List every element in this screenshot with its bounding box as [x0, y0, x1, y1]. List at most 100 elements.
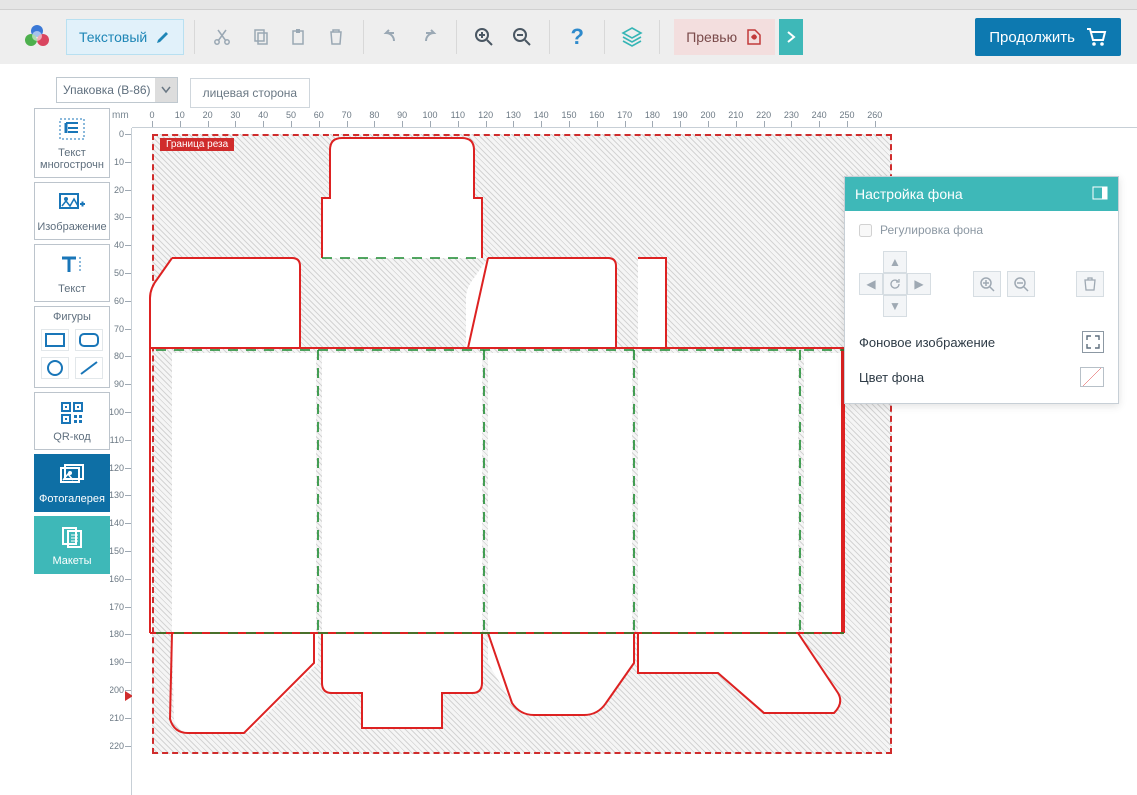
trash-icon [1082, 276, 1098, 292]
help-button[interactable]: ? [560, 20, 594, 54]
redo-icon [418, 29, 440, 45]
zoom-in-icon [474, 27, 494, 47]
package-select[interactable]: Упаковка (B-86) [56, 77, 178, 103]
pencil-icon [155, 29, 171, 45]
shape-rounded-rect[interactable] [75, 329, 103, 351]
tool-layouts[interactable]: Макеты [34, 516, 110, 574]
bg-delete[interactable] [1076, 271, 1104, 297]
separator [456, 20, 457, 54]
tab-front-side[interactable]: лицевая сторона [190, 78, 311, 108]
bg-image-label: Фоновое изображение [859, 335, 995, 350]
dieline [132, 128, 912, 768]
chevron-down-icon [155, 78, 177, 102]
preview-button[interactable]: Превью [674, 19, 775, 55]
text-mode-button[interactable]: Текстовый [66, 19, 184, 55]
layers-button[interactable] [615, 20, 649, 54]
separator [194, 20, 195, 54]
shape-rectangle[interactable] [41, 329, 69, 351]
zoom-out-icon [1013, 276, 1029, 292]
shapes-label: Фигуры [53, 311, 91, 323]
tool-label: Макеты [52, 555, 91, 567]
preview-expand-button[interactable] [779, 19, 803, 55]
tool-shapes: Фигуры [34, 306, 110, 388]
copy-button[interactable] [243, 20, 277, 54]
bg-zoom-out[interactable] [1007, 271, 1035, 297]
scissors-icon [212, 27, 232, 47]
panel-title: Настройка фона [855, 186, 963, 202]
continue-label: Продолжить [989, 29, 1075, 46]
tool-label: Фотогалерея [39, 493, 105, 505]
text-icon [58, 251, 86, 279]
bg-adjust-input[interactable] [859, 224, 872, 237]
layouts-icon [60, 523, 84, 551]
panel-header[interactable]: Настройка фона [845, 177, 1118, 211]
tool-image[interactable]: Изображение [34, 182, 110, 240]
qr-icon [60, 399, 84, 427]
ruler-vertical: 0102030405060708090100110120130140150160… [110, 128, 132, 795]
cut-button[interactable] [205, 20, 239, 54]
gallery-icon [59, 461, 85, 489]
bg-color-label: Цвет фона [859, 370, 924, 385]
copy-icon [250, 27, 270, 47]
pdf-icon [745, 28, 763, 46]
tool-label: Изображение [37, 221, 106, 233]
separator [549, 20, 550, 54]
bg-move-left[interactable]: ◀ [859, 273, 883, 295]
separator [363, 20, 364, 54]
delete-button[interactable] [319, 20, 353, 54]
sub-toolbar: Упаковка (B-86) лицевая сторона [0, 72, 1137, 108]
expand-icon [1086, 335, 1100, 349]
app-logo-icon [22, 22, 52, 52]
bg-zoom-in[interactable] [973, 271, 1001, 297]
help-label: ? [570, 24, 583, 50]
tool-qr[interactable]: QR-код [34, 392, 110, 450]
separator [659, 20, 660, 54]
bg-move-dpad: ▲ ◀ ▶ ▼ [859, 251, 931, 317]
text-mode-label: Текстовый [79, 29, 147, 45]
ruler-unit-label: mm [112, 110, 129, 121]
undo-icon [380, 29, 402, 45]
bg-adjust-label: Регулировка фона [880, 223, 983, 237]
background-settings-panel: Настройка фона Регулировка фона ▲ ◀ ▶ ▼ [844, 176, 1119, 404]
bg-move-reset[interactable] [883, 273, 907, 295]
redo-button[interactable] [412, 20, 446, 54]
package-select-label: Упаковка (B-86) [63, 83, 151, 97]
zoom-in-button[interactable] [467, 20, 501, 54]
window-top-strip [0, 0, 1137, 10]
preview-label: Превью [686, 29, 737, 45]
text-multiline-icon [58, 115, 86, 143]
clipboard-icon [288, 27, 308, 47]
zoom-in-icon [979, 276, 995, 292]
tool-text-multiline[interactable]: Текст многострочн [34, 108, 110, 178]
zoom-out-button[interactable] [505, 20, 539, 54]
tool-label: Текст многострочн [37, 147, 107, 171]
bg-move-right[interactable]: ▶ [907, 273, 931, 295]
bg-color-swatch[interactable] [1080, 367, 1104, 387]
tool-label: Текст [58, 283, 86, 295]
trash-icon [326, 27, 346, 47]
paste-button[interactable] [281, 20, 315, 54]
bg-move-down[interactable]: ▼ [883, 295, 907, 317]
bg-move-up[interactable]: ▲ [883, 251, 907, 273]
chevron-right-icon [786, 30, 796, 44]
left-tool-panel: Текст многострочн Изображение Текст Фигу… [34, 108, 110, 795]
shape-line[interactable] [75, 357, 103, 379]
ruler-horizontal: 0102030405060708090100110120130140150160… [132, 108, 1137, 128]
panel-dock-icon[interactable] [1092, 186, 1108, 203]
tab-label: лицевая сторона [203, 86, 298, 100]
shape-circle[interactable] [41, 357, 69, 379]
cart-icon [1085, 27, 1107, 47]
zoom-out-icon [512, 27, 532, 47]
undo-button[interactable] [374, 20, 408, 54]
separator [604, 20, 605, 54]
rotate-icon [889, 278, 901, 290]
tool-text[interactable]: Текст [34, 244, 110, 302]
continue-button[interactable]: Продолжить [975, 18, 1121, 56]
main-toolbar: Текстовый ? Превью Продолжить [0, 10, 1137, 64]
tool-gallery[interactable]: Фотогалерея [34, 454, 110, 512]
image-icon [58, 189, 86, 217]
tool-label: QR-код [53, 431, 90, 443]
layers-icon [621, 26, 643, 48]
bg-adjust-checkbox[interactable]: Регулировка фона [859, 223, 1104, 237]
bg-image-fit-button[interactable] [1082, 331, 1104, 353]
